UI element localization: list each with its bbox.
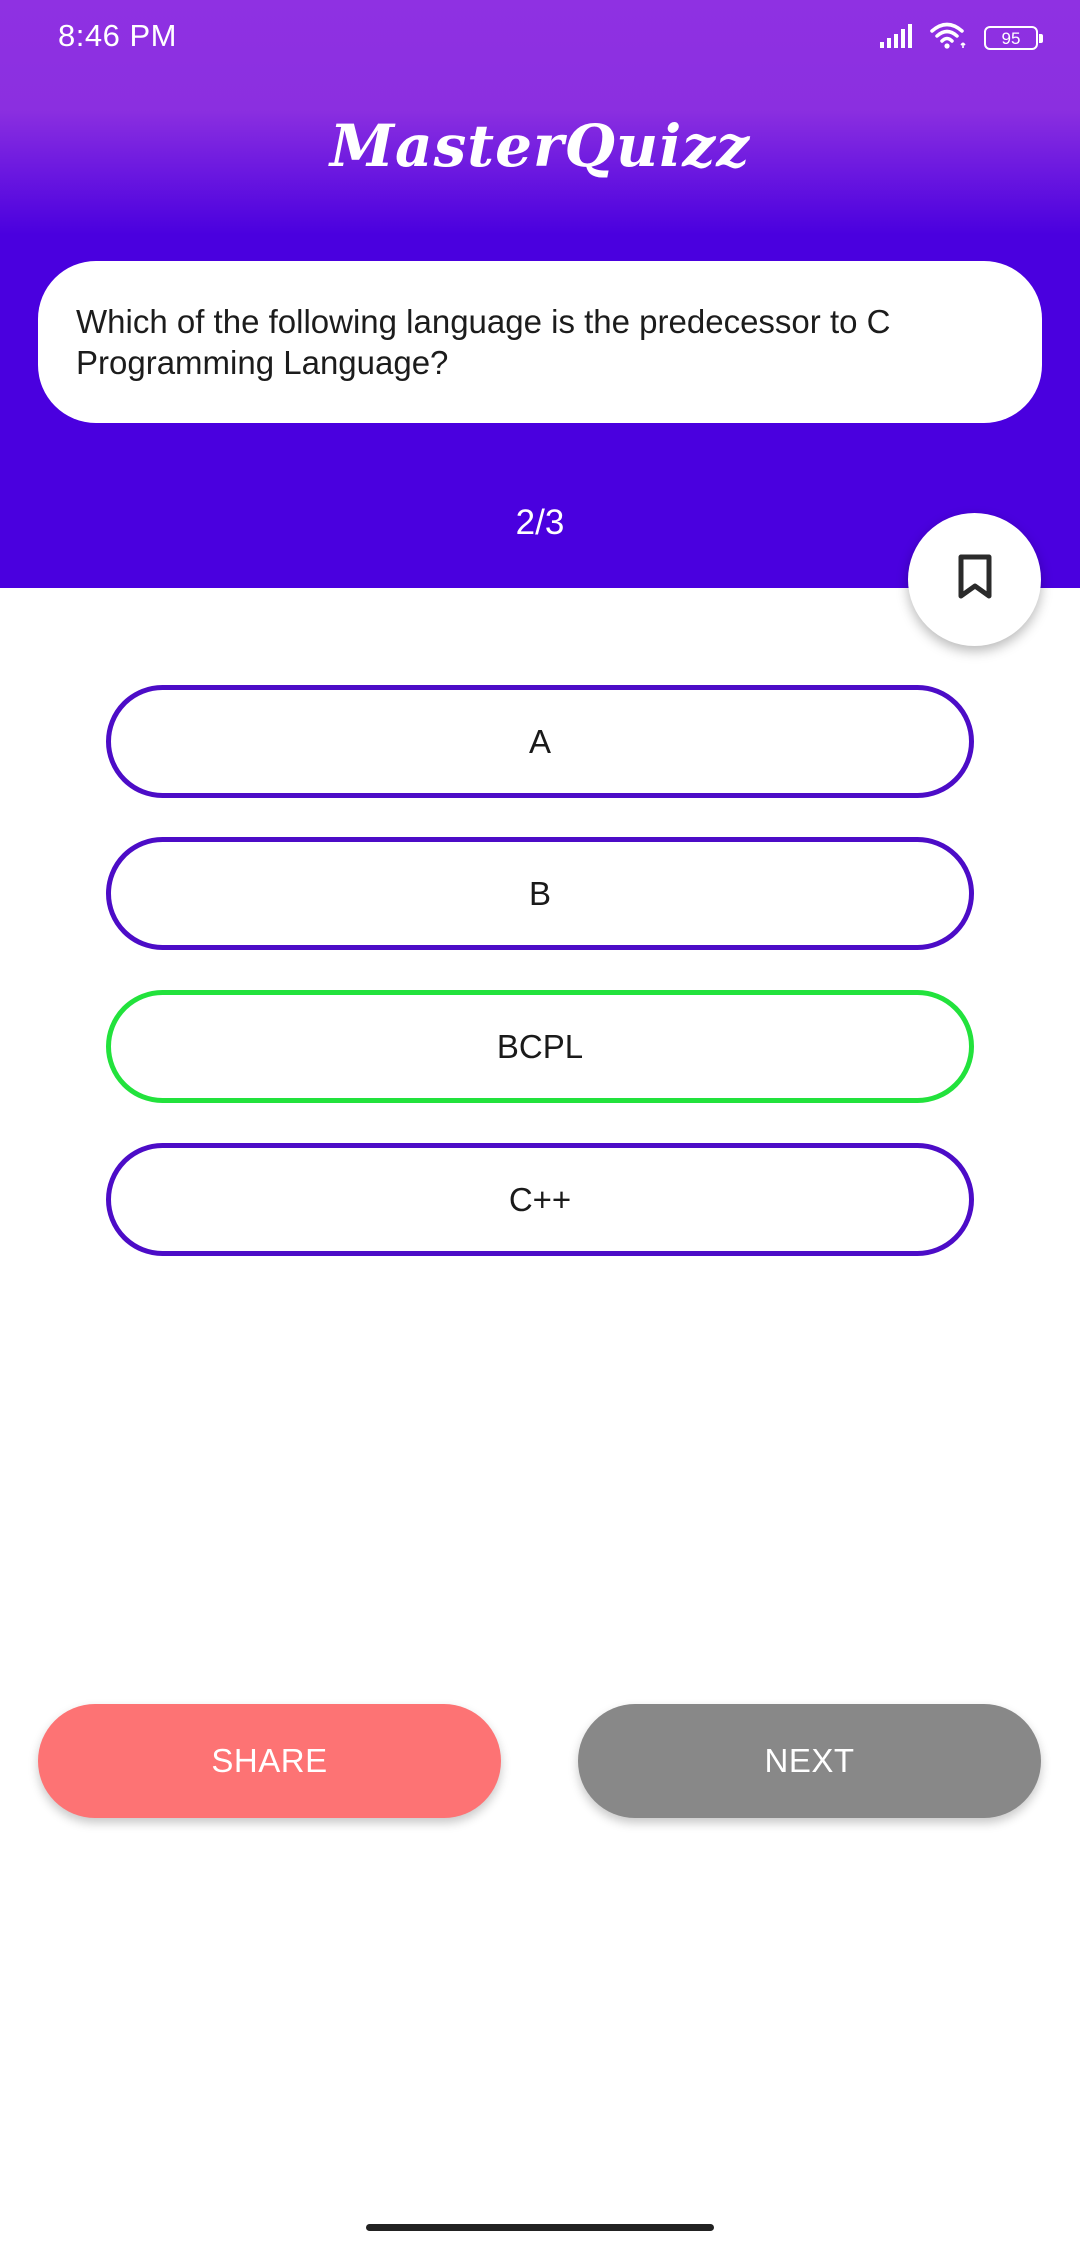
wifi-icon [930,22,968,55]
question-progress: 2/3 [515,503,565,542]
question-text: Which of the following language is the p… [76,303,891,381]
battery-icon: 95 [984,26,1043,50]
status-time: 8:46 PM [58,18,177,53]
option-label: B [528,874,551,912]
option-d[interactable]: C++ [106,1143,974,1256]
status-bar: 8:46 PM 95 [0,0,1080,80]
home-indicator[interactable] [366,2224,714,2231]
app-title: MasterQuizz [329,112,751,180]
option-b[interactable]: B [106,837,974,950]
option-c-correct[interactable]: BCPL [106,990,974,1103]
signal-icon [880,23,914,53]
bookmark-button[interactable] [908,513,1041,646]
question-card: Which of the following language is the p… [38,261,1042,423]
bookmark-icon [957,554,993,605]
share-button-label: SHARE [211,1742,328,1779]
option-label: C++ [508,1180,572,1218]
option-a[interactable]: A [106,685,974,798]
quiz-header: 8:46 PM 95 MasterQuizz Which of the foll… [0,0,1080,588]
battery-level: 95 [1001,28,1021,48]
option-label: BCPL [496,1027,584,1065]
status-icons: 95 [880,22,1044,54]
next-button[interactable]: NEXT [578,1704,1041,1818]
option-label: A [528,722,551,760]
next-button-label: NEXT [764,1742,855,1779]
share-button[interactable]: SHARE [38,1704,501,1818]
